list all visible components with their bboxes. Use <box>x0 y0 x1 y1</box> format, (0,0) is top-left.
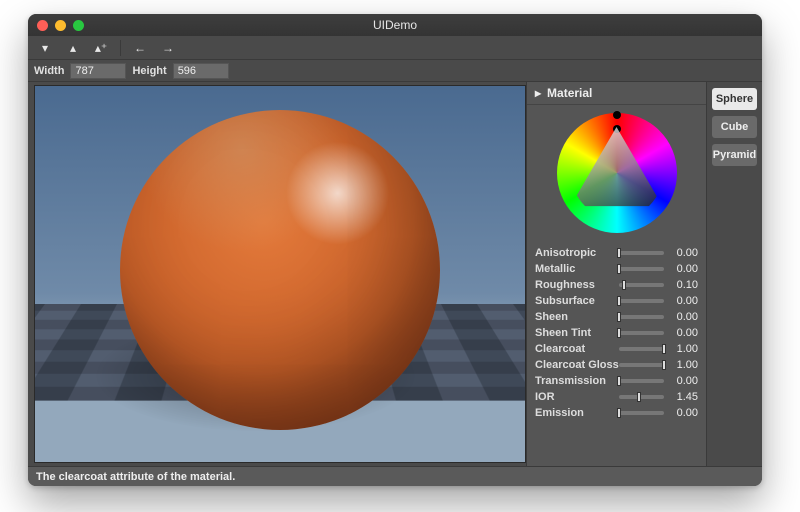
satval-marker[interactable] <box>613 125 621 133</box>
slider-thumb[interactable] <box>637 392 641 402</box>
slider-label: Sheen <box>535 311 613 323</box>
slider-row: Subsurface 0.00 <box>535 293 698 309</box>
nav-forward-button[interactable]: → <box>157 39 179 57</box>
slider-thumb[interactable] <box>617 376 621 386</box>
body: ▸ Material Anisotropic 0.00 Metallic 0.00 Ro… <box>28 82 762 466</box>
slider-thumb[interactable] <box>622 280 626 290</box>
disclosure-icon: ▸ <box>535 86 541 100</box>
status-text: The clearcoat attribute of the material. <box>36 471 235 483</box>
slider-track[interactable] <box>619 411 664 415</box>
slider-row: Emission 0.00 <box>535 405 698 421</box>
width-label: Width <box>34 65 64 77</box>
status-bar: The clearcoat attribute of the material. <box>28 466 762 486</box>
slider-value: 0.00 <box>670 295 698 307</box>
height-input[interactable] <box>173 63 229 79</box>
slider-row: Sheen 0.00 <box>535 309 698 325</box>
expand-add-button[interactable]: ▴⁺ <box>90 39 112 57</box>
shape-buttons: Sphere Cube Pyramid <box>706 82 762 466</box>
slider-row: Transmission 0.00 <box>535 373 698 389</box>
slider-label: IOR <box>535 391 613 403</box>
dimensions-bar: Width Height <box>28 60 762 82</box>
slider-thumb[interactable] <box>662 344 666 354</box>
slider-row: Sheen Tint 0.00 <box>535 325 698 341</box>
rendered-sphere <box>120 110 440 430</box>
slider-track[interactable] <box>619 347 664 351</box>
width-input[interactable] <box>70 63 126 79</box>
arrow-left-icon: ← <box>134 41 146 55</box>
slider-label: Transmission <box>535 375 613 387</box>
slider-thumb[interactable] <box>617 312 621 322</box>
slider-value: 0.00 <box>670 375 698 387</box>
slider-thumb[interactable] <box>617 328 621 338</box>
hue-marker[interactable] <box>613 111 621 119</box>
slider-value: 1.00 <box>670 359 698 371</box>
chevron-up-icon: ▴ <box>70 41 76 55</box>
window-title: UIDemo <box>28 18 762 32</box>
slider-value: 1.00 <box>670 343 698 355</box>
slider-label: Sheen Tint <box>535 327 613 339</box>
slider-value: 1.45 <box>670 391 698 403</box>
nav-back-button[interactable]: ← <box>129 39 151 57</box>
slider-row: Roughness 0.10 <box>535 277 698 293</box>
slider-track[interactable] <box>619 283 664 287</box>
slider-value: 0.10 <box>670 279 698 291</box>
slider-value: 0.00 <box>670 263 698 275</box>
slider-label: Clearcoat Gloss <box>535 359 613 371</box>
render-viewport[interactable] <box>34 85 526 463</box>
shape-sphere-button[interactable]: Sphere <box>712 88 757 110</box>
slider-track[interactable] <box>619 267 664 271</box>
slider-label: Roughness <box>535 279 613 291</box>
panel-header[interactable]: ▸ Material <box>527 82 706 105</box>
slider-track[interactable] <box>619 315 664 319</box>
slider-label: Metallic <box>535 263 613 275</box>
shape-pyramid-button[interactable]: Pyramid <box>712 144 757 166</box>
slider-track[interactable] <box>619 395 664 399</box>
toolbar: ▾ ▴ ▴⁺ ← → <box>28 36 762 60</box>
slider-label: Anisotropic <box>535 247 613 259</box>
slider-value: 0.00 <box>670 247 698 259</box>
panel-title: Material <box>547 86 592 100</box>
slider-label: Emission <box>535 407 613 419</box>
slider-thumb[interactable] <box>617 408 621 418</box>
slider-track[interactable] <box>619 331 664 335</box>
slider-thumb[interactable] <box>617 296 621 306</box>
collapse-all-button[interactable]: ▾ <box>34 39 56 57</box>
slider-track[interactable] <box>619 363 664 367</box>
slider-track[interactable] <box>619 299 664 303</box>
slider-row: Anisotropic 0.00 <box>535 245 698 261</box>
slider-thumb[interactable] <box>617 248 621 258</box>
slider-thumb[interactable] <box>662 360 666 370</box>
toolbar-separator <box>120 40 121 56</box>
chevron-up-plus-icon: ▴⁺ <box>95 41 107 55</box>
slider-track[interactable] <box>619 379 664 383</box>
slider-row: Metallic 0.00 <box>535 261 698 277</box>
shape-cube-button[interactable]: Cube <box>712 116 757 138</box>
slider-value: 0.00 <box>670 407 698 419</box>
slider-row: Clearcoat 1.00 <box>535 341 698 357</box>
app-window: UIDemo ▾ ▴ ▴⁺ ← → Width Height ▸ Materia… <box>28 14 762 486</box>
chevron-down-icon: ▾ <box>42 41 48 55</box>
slider-row: Clearcoat Gloss 1.00 <box>535 357 698 373</box>
expand-all-button[interactable]: ▴ <box>62 39 84 57</box>
material-panel: ▸ Material Anisotropic 0.00 Metallic 0.00 Ro… <box>526 82 706 466</box>
slider-label: Clearcoat <box>535 343 613 355</box>
slider-track[interactable] <box>619 251 664 255</box>
slider-label: Subsurface <box>535 295 613 307</box>
height-label: Height <box>132 65 166 77</box>
slider-value: 0.00 <box>670 311 698 323</box>
color-wheel[interactable] <box>557 113 677 233</box>
arrow-right-icon: → <box>162 41 174 55</box>
titlebar: UIDemo <box>28 14 762 36</box>
slider-list: Anisotropic 0.00 Metallic 0.00 Roughness 0.10… <box>527 243 706 429</box>
slider-value: 0.00 <box>670 327 698 339</box>
slider-thumb[interactable] <box>617 264 621 274</box>
slider-row: IOR 1.45 <box>535 389 698 405</box>
